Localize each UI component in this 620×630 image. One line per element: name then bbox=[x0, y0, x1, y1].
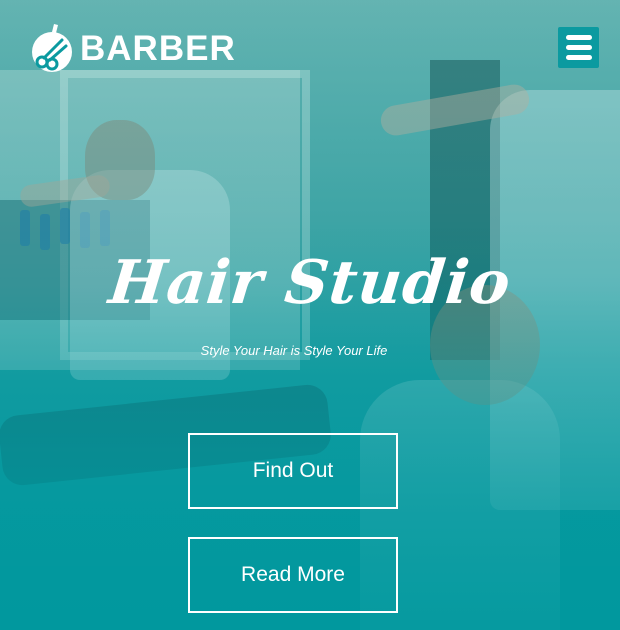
find-out-button[interactable]: Find Out bbox=[188, 433, 398, 509]
hamburger-menu-icon bbox=[565, 55, 592, 60]
hero-title: Hair Studio bbox=[105, 248, 515, 318]
read-more-button[interactable]: Read More bbox=[188, 537, 398, 613]
hero-subtitle: Style Your Hair is Style Your Life bbox=[200, 343, 388, 358]
scissors-head-icon bbox=[32, 24, 72, 72]
hamburger-menu-icon bbox=[565, 45, 592, 50]
brand-name: BARBER bbox=[80, 29, 236, 68]
menu-button[interactable] bbox=[558, 27, 599, 68]
brand-logo[interactable]: BARBER bbox=[28, 22, 236, 76]
hamburger-menu-icon bbox=[565, 35, 592, 40]
